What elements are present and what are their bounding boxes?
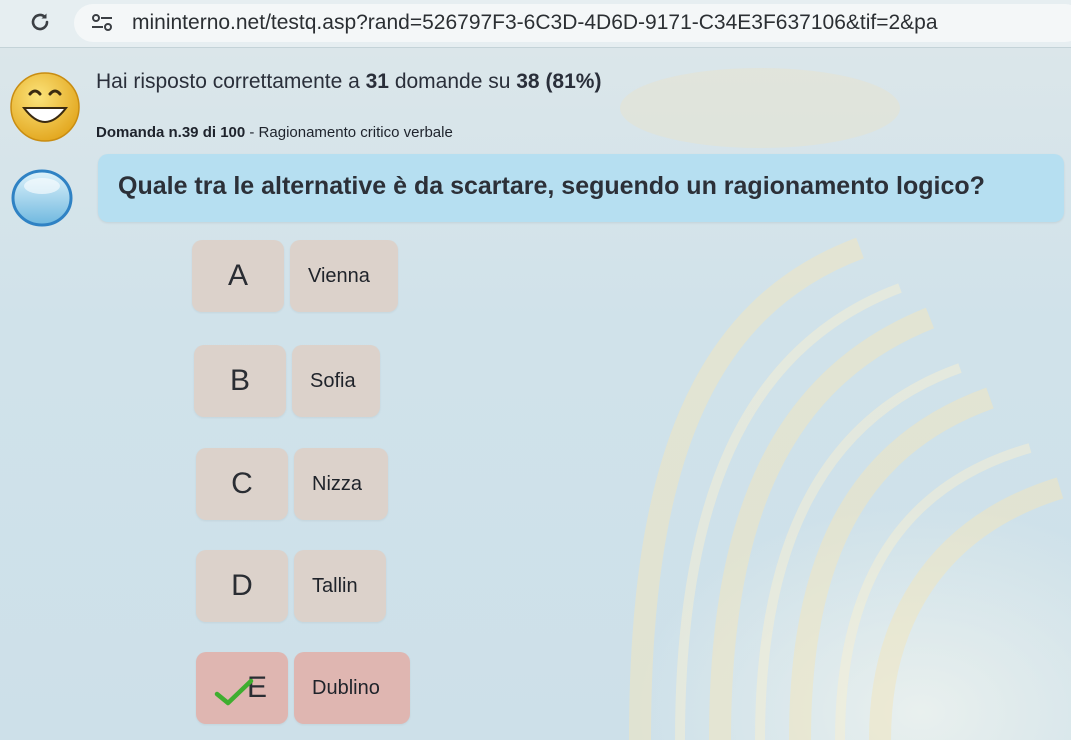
question-text: Quale tra le alternative è da scartare, … — [118, 172, 985, 200]
question-number: Domanda n.39 di 100 — [96, 124, 246, 141]
url-text[interactable]: mininterno.net/testq.asp?rand=526797F3-6… — [132, 11, 938, 35]
score-total: 38 — [516, 70, 540, 93]
background-decoration — [620, 68, 1064, 740]
address-bar[interactable]: mininterno.net/testq.asp?rand=526797F3-6… — [74, 4, 1071, 42]
tune-icon[interactable] — [90, 12, 114, 34]
score-summary: Hai risposto correttamente a 31 domande … — [96, 70, 601, 94]
check-icon — [214, 678, 254, 706]
option-letter[interactable]: E — [196, 652, 288, 724]
option-letter[interactable]: C — [196, 448, 288, 520]
option-answer[interactable]: Vienna — [290, 240, 398, 312]
option-letter[interactable]: D — [196, 550, 288, 622]
score-correct: 31 — [365, 70, 389, 93]
option-letter[interactable]: A — [192, 240, 284, 312]
question-box: Quale tra le alternative è da scartare, … — [98, 154, 1064, 222]
option-answer[interactable]: Nizza — [294, 448, 388, 520]
question-category: - Ragionamento critico verbale — [245, 124, 453, 141]
reload-icon[interactable] — [28, 10, 52, 34]
smiley-icon — [10, 72, 80, 142]
score-percent: (81%) — [539, 70, 602, 93]
option-answer[interactable]: Tallin — [294, 550, 386, 622]
score-prefix: Hai risposto correttamente a — [96, 70, 366, 93]
quiz-page: Hai risposto correttamente a 31 domande … — [0, 48, 1071, 740]
option-letter[interactable]: B — [194, 345, 286, 417]
option-answer[interactable]: Dublino — [294, 652, 410, 724]
score-middle: domande su — [388, 70, 517, 93]
option-answer[interactable]: Sofia — [292, 345, 380, 417]
browser-toolbar: mininterno.net/testq.asp?rand=526797F3-6… — [0, 0, 1071, 48]
question-meta: Domanda n.39 di 100 - Ragionamento criti… — [96, 124, 453, 141]
speech-bubble-icon — [11, 169, 73, 227]
